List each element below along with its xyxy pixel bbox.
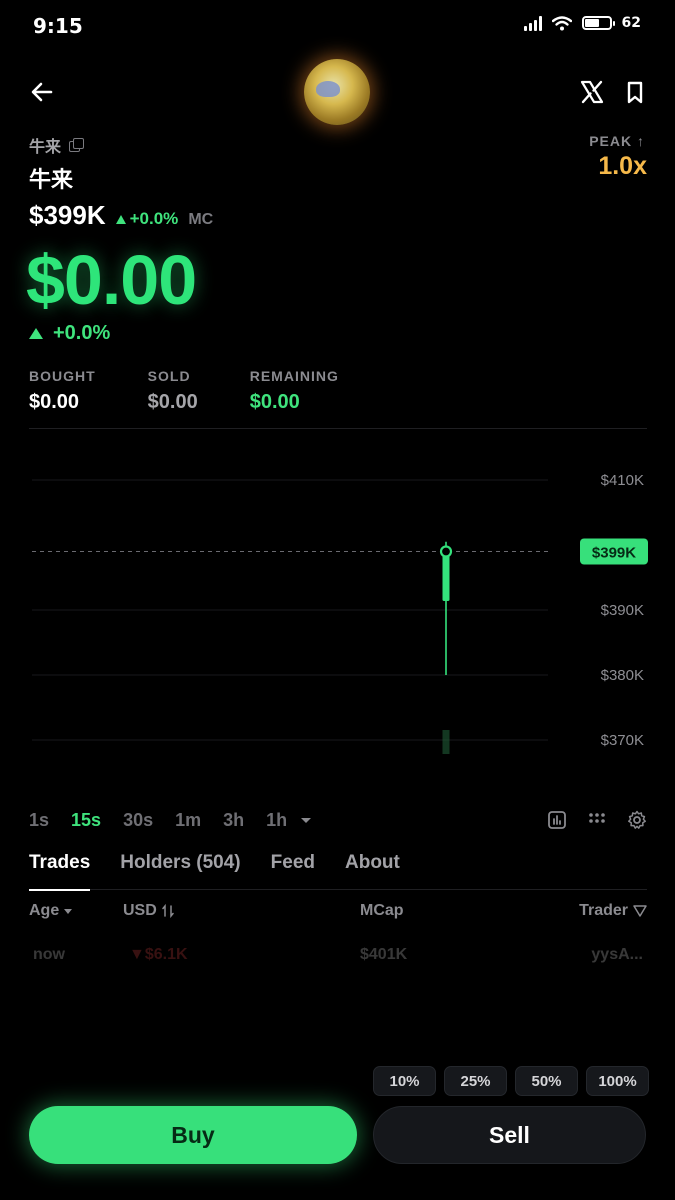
token-avatar[interactable] (304, 59, 370, 125)
chart-type-icon[interactable] (547, 810, 567, 830)
token-name: 牛来 (29, 168, 74, 193)
market-cap-row: $399K +0.0% MC (29, 200, 213, 231)
battery-percent: 62 (621, 15, 641, 31)
column-trader[interactable]: Trader (579, 902, 647, 920)
sort-caret-icon (64, 908, 73, 914)
volume-bar (442, 730, 450, 754)
stat-bought: BOUGHT $0.00 (29, 368, 96, 413)
indicators-icon[interactable] (587, 810, 607, 830)
current-price-dot (439, 545, 453, 558)
sell-button[interactable]: Sell (373, 1106, 646, 1164)
stat-sold: SOLD $0.00 (147, 368, 198, 413)
percent-button-25[interactable]: 25% (444, 1066, 507, 1096)
y-tick-label: $390K (601, 602, 644, 619)
percent-button-100[interactable]: 100% (586, 1066, 649, 1096)
timeframe-selector: 1s 15s 30s 1m 3h 1h (29, 810, 312, 831)
y-tick-label: $370K (601, 732, 644, 749)
arrow-left-icon (31, 82, 53, 102)
peak-label: PEAK ↑ (589, 133, 645, 149)
tab-trades[interactable]: Trades (29, 852, 91, 891)
table-row[interactable]: now ▼ $6.1K $401K yysA... (29, 946, 647, 968)
peak-value: 1.0x (598, 152, 647, 180)
y-tick-label: $410K (601, 472, 644, 489)
price-chart[interactable]: $410K $390K $380K $370K $399K (0, 440, 675, 780)
content-tabs: Trades Holders (504) Feed About (29, 852, 647, 891)
bookmark-button[interactable] (624, 80, 646, 106)
timeframe-3h[interactable]: 3h (223, 810, 244, 831)
signal-icon (523, 15, 542, 31)
tab-feed[interactable]: Feed (271, 852, 315, 890)
ticker-row: 牛来 (29, 133, 85, 157)
timeframe-15s[interactable]: 15s (71, 810, 101, 831)
trades-table-header: Age USD MCap Trader (29, 902, 647, 926)
timeframe-1m[interactable]: 1m (175, 810, 201, 831)
token-ticker: 牛来 (29, 137, 62, 156)
column-age[interactable]: Age (29, 902, 73, 920)
back-button[interactable] (24, 72, 60, 112)
current-price-label: $399K (592, 545, 636, 562)
timeframe-30s[interactable]: 30s (123, 810, 153, 831)
x-logo-icon (580, 80, 604, 104)
bookmark-icon (627, 81, 643, 104)
price-change: +0.0% (29, 322, 110, 345)
percent-button-10[interactable]: 10% (373, 1066, 436, 1096)
x-share-button[interactable] (578, 78, 606, 106)
market-cap-value: $399K (29, 200, 106, 230)
column-usd[interactable]: USD (123, 902, 174, 920)
copy-icon[interactable] (69, 138, 85, 152)
stat-remaining: REMAINING $0.00 (249, 368, 339, 413)
filter-icon (633, 905, 647, 917)
battery-icon (581, 16, 615, 30)
candle-body (442, 551, 450, 601)
status-icons: 62 (523, 15, 641, 31)
up-triangle-icon (29, 328, 43, 339)
timeframe-1s[interactable]: 1s (29, 810, 49, 831)
wifi-icon (551, 15, 572, 30)
timeframe-more-icon[interactable] (301, 818, 312, 823)
status-time: 9:15 (33, 14, 83, 38)
column-mcap[interactable]: MCap (360, 902, 404, 920)
sort-arrows-icon (162, 904, 174, 918)
sell-percent-options: 10% 25% 50% 100% (373, 1066, 649, 1096)
divider (29, 428, 647, 429)
percent-button-50[interactable]: 50% (515, 1066, 578, 1096)
market-cap-label: MC (188, 211, 214, 228)
position-value: $0.00 (26, 241, 197, 319)
market-cap-change: +0.0% (115, 209, 178, 229)
timeframe-1h[interactable]: 1h (266, 810, 287, 831)
sell-amount: ▼ $6.1K (129, 946, 188, 963)
status-bar: 9:15 62 (0, 0, 675, 52)
up-triangle-icon (115, 215, 126, 224)
settings-gear-icon[interactable] (627, 810, 647, 830)
position-stats: BOUGHT $0.00 SOLD $0.00 REMAINING $0.00 (29, 368, 391, 414)
tab-holders-504[interactable]: Holders (504) (120, 852, 240, 890)
tab-about[interactable]: About (345, 852, 400, 890)
buy-button[interactable]: Buy (29, 1106, 357, 1164)
y-tick-label: $380K (601, 667, 644, 684)
chart-tools (547, 810, 647, 830)
